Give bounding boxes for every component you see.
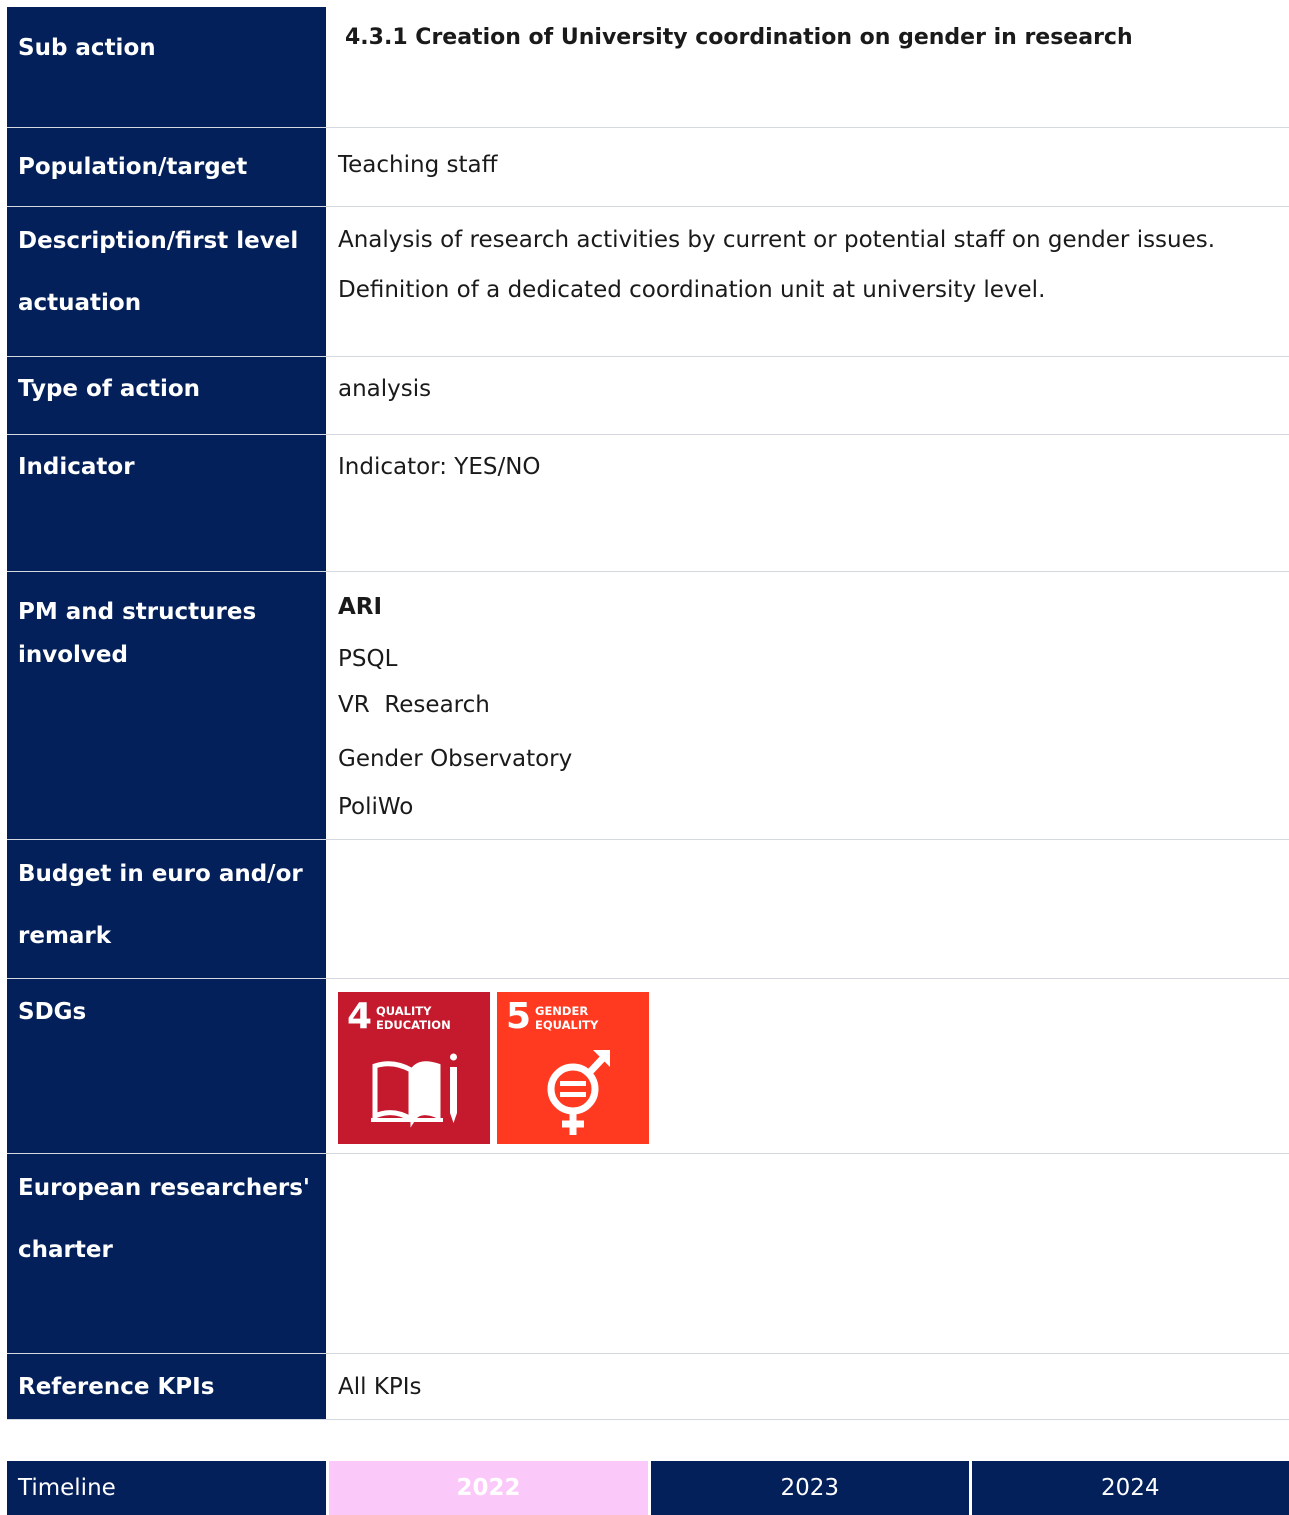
label-budget: Budget in euro and/or remark xyxy=(7,840,326,978)
row-type-of-action: Type of action analysis xyxy=(7,357,1289,435)
value-reference-kpis: All KPIs xyxy=(338,1374,422,1400)
label-population: Population/target xyxy=(7,128,326,206)
pm-item: Gender Observatory xyxy=(338,746,573,772)
value-pm-structures: ARI PSQL VR Research Gender Observatory … xyxy=(326,572,1289,839)
value-sub-action: 4.3.1 Creation of University coordinatio… xyxy=(345,25,1133,50)
row-indicator: Indicator Indicator: YES/NO xyxy=(7,435,1289,572)
pm-item: VR Research xyxy=(338,692,490,718)
timeline-label: Timeline xyxy=(7,1461,326,1515)
timeline-year-2022: 2022 xyxy=(329,1461,648,1515)
label-sdgs: SDGs xyxy=(7,979,326,1153)
label-sub-action: Sub action xyxy=(7,7,326,127)
label-description: Description/first level actuation xyxy=(7,207,326,356)
sdg-5-number: 5 xyxy=(506,996,532,1037)
label-indicator: Indicator xyxy=(7,435,326,571)
row-description: Description/first level actuation Analys… xyxy=(7,207,1289,357)
row-pm-structures: PM and structures involved ARI PSQL VR R… xyxy=(7,572,1289,840)
value-type-of-action: analysis xyxy=(338,376,432,402)
value-researchers-charter xyxy=(326,1154,1289,1353)
value-indicator: Indicator: YES/NO xyxy=(338,454,541,480)
value-sdgs: 4 QUALITY EDUCATION 5 GENDER EQUALITY xyxy=(326,979,1289,1153)
sdg-5-title: GENDER EQUALITY xyxy=(535,1004,599,1032)
row-researchers-charter: European researchers' charter xyxy=(7,1154,1289,1354)
row-sub-action: Sub action 4.3.1 Creation of University … xyxy=(7,7,1289,128)
row-budget: Budget in euro and/or remark xyxy=(7,840,1289,979)
pm-item: ARI xyxy=(338,594,383,620)
value-population: Teaching staff xyxy=(338,152,498,178)
label-reference-kpis: Reference KPIs xyxy=(7,1354,326,1419)
label-pm-structures: PM and structures involved xyxy=(7,572,326,839)
timeline-row: Timeline 2022 2023 2024 xyxy=(7,1461,1289,1515)
row-reference-kpis: Reference KPIs All KPIs xyxy=(7,1354,1289,1420)
sdg-5-tile: 5 GENDER EQUALITY xyxy=(497,992,649,1144)
value-description: Analysis of research activities by curre… xyxy=(326,207,1289,356)
label-researchers-charter: European researchers' charter xyxy=(7,1154,326,1353)
pm-item: PSQL xyxy=(338,646,398,672)
description-line: Definition of a dedicated coordination u… xyxy=(338,277,1046,303)
sdg-4-number: 4 xyxy=(347,996,373,1037)
sdg-4-tile: 4 QUALITY EDUCATION xyxy=(338,992,490,1144)
timeline-year-2024: 2024 xyxy=(971,1461,1289,1515)
label-type-of-action: Type of action xyxy=(7,357,326,434)
description-line: Analysis of research activities by curre… xyxy=(338,227,1216,253)
action-table: Sub action 4.3.1 Creation of University … xyxy=(7,7,1289,1420)
pm-item: PoliWo xyxy=(338,794,414,820)
row-sdgs: SDGs 4 QUALITY EDUCATION 5 GENDER EQUALI… xyxy=(7,979,1289,1154)
timeline-year-2023: 2023 xyxy=(651,1461,969,1515)
value-budget xyxy=(326,840,1289,978)
sdg-4-title: QUALITY EDUCATION xyxy=(376,1004,451,1032)
row-population: Population/target Teaching staff xyxy=(7,128,1289,207)
